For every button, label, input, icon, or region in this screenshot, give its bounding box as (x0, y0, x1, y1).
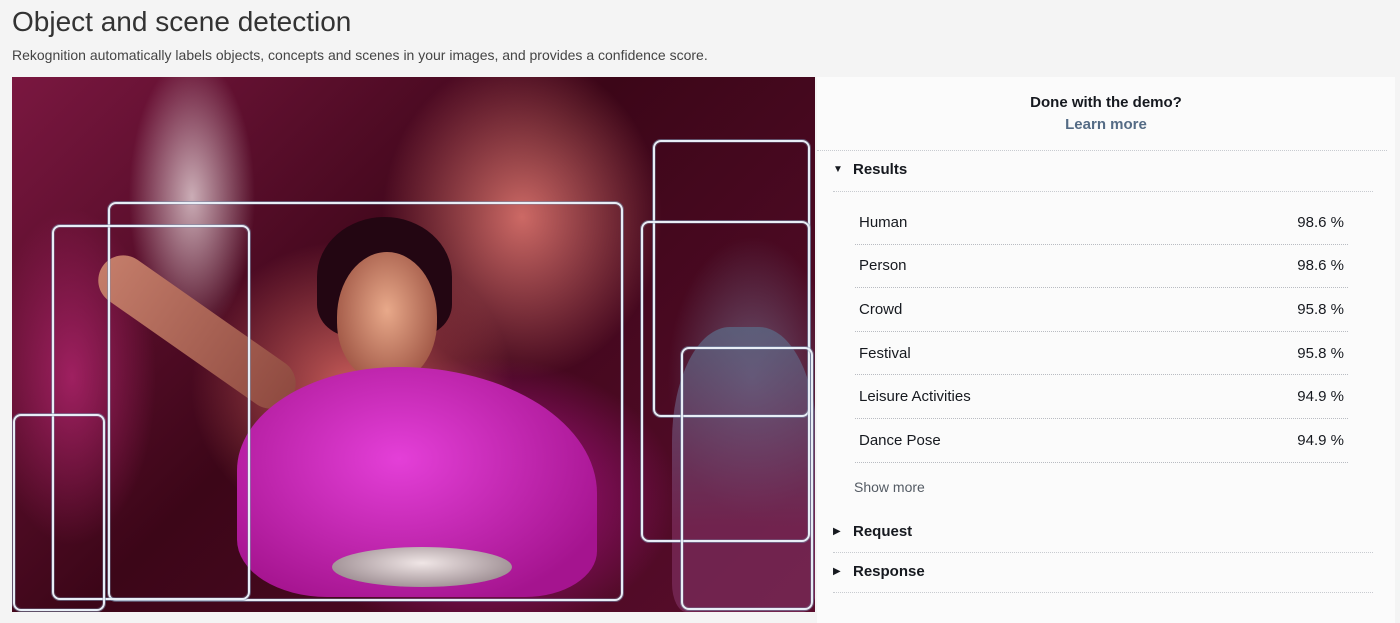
request-section-toggle[interactable]: ▶ Request (833, 523, 1373, 540)
result-confidence: 95.8 % (1297, 300, 1344, 318)
result-label: Leisure Activities (859, 388, 971, 406)
show-more-link[interactable]: Show more (854, 479, 925, 495)
list-item: Dance Pose 94.9 % (855, 419, 1348, 463)
result-confidence: 94.9 % (1297, 431, 1344, 449)
caret-right-icon: ▶ (833, 566, 841, 577)
list-item: Person 98.6 % (855, 245, 1348, 289)
result-label: Person (859, 257, 907, 275)
result-confidence: 95.8 % (1297, 344, 1344, 362)
result-confidence: 94.9 % (1297, 388, 1344, 406)
caret-right-icon: ▶ (833, 526, 841, 537)
divider (833, 191, 1373, 192)
demo-cta: Done with the demo? Learn more (817, 77, 1395, 134)
list-item: Human 98.6 % (855, 201, 1348, 245)
result-label: Dance Pose (859, 431, 941, 449)
response-label: Response (853, 563, 925, 580)
results-label: Results (853, 161, 908, 178)
result-label: Crowd (859, 300, 903, 318)
result-confidence: 98.6 % (1297, 213, 1344, 231)
caret-down-icon: ▼ (833, 164, 843, 175)
page-subtitle: Rekognition automatically labels objects… (12, 47, 708, 63)
cta-question: Done with the demo? (1030, 94, 1182, 111)
divider (833, 592, 1373, 593)
learn-more-link[interactable]: Learn more (1065, 116, 1147, 133)
list-item: Crowd 95.8 % (855, 288, 1348, 332)
list-item: Festival 95.8 % (855, 332, 1348, 376)
detection-box[interactable] (13, 414, 105, 611)
divider (817, 150, 1387, 151)
detection-box[interactable] (681, 347, 813, 610)
result-label: Festival (859, 344, 911, 362)
results-panel: Done with the demo? Learn more ▼ Results… (817, 77, 1395, 623)
sample-image (12, 77, 815, 612)
divider (833, 552, 1373, 553)
results-section-toggle[interactable]: ▼ Results (833, 161, 1373, 178)
result-confidence: 98.6 % (1297, 257, 1344, 275)
results-list: Human 98.6 % Person 98.6 % Crowd 95.8 % … (855, 201, 1348, 463)
result-label: Human (859, 213, 908, 231)
list-item: Leisure Activities 94.9 % (855, 375, 1348, 419)
response-section-toggle[interactable]: ▶ Response (833, 563, 1373, 580)
request-label: Request (853, 523, 913, 540)
page-title: Object and scene detection (12, 6, 352, 37)
